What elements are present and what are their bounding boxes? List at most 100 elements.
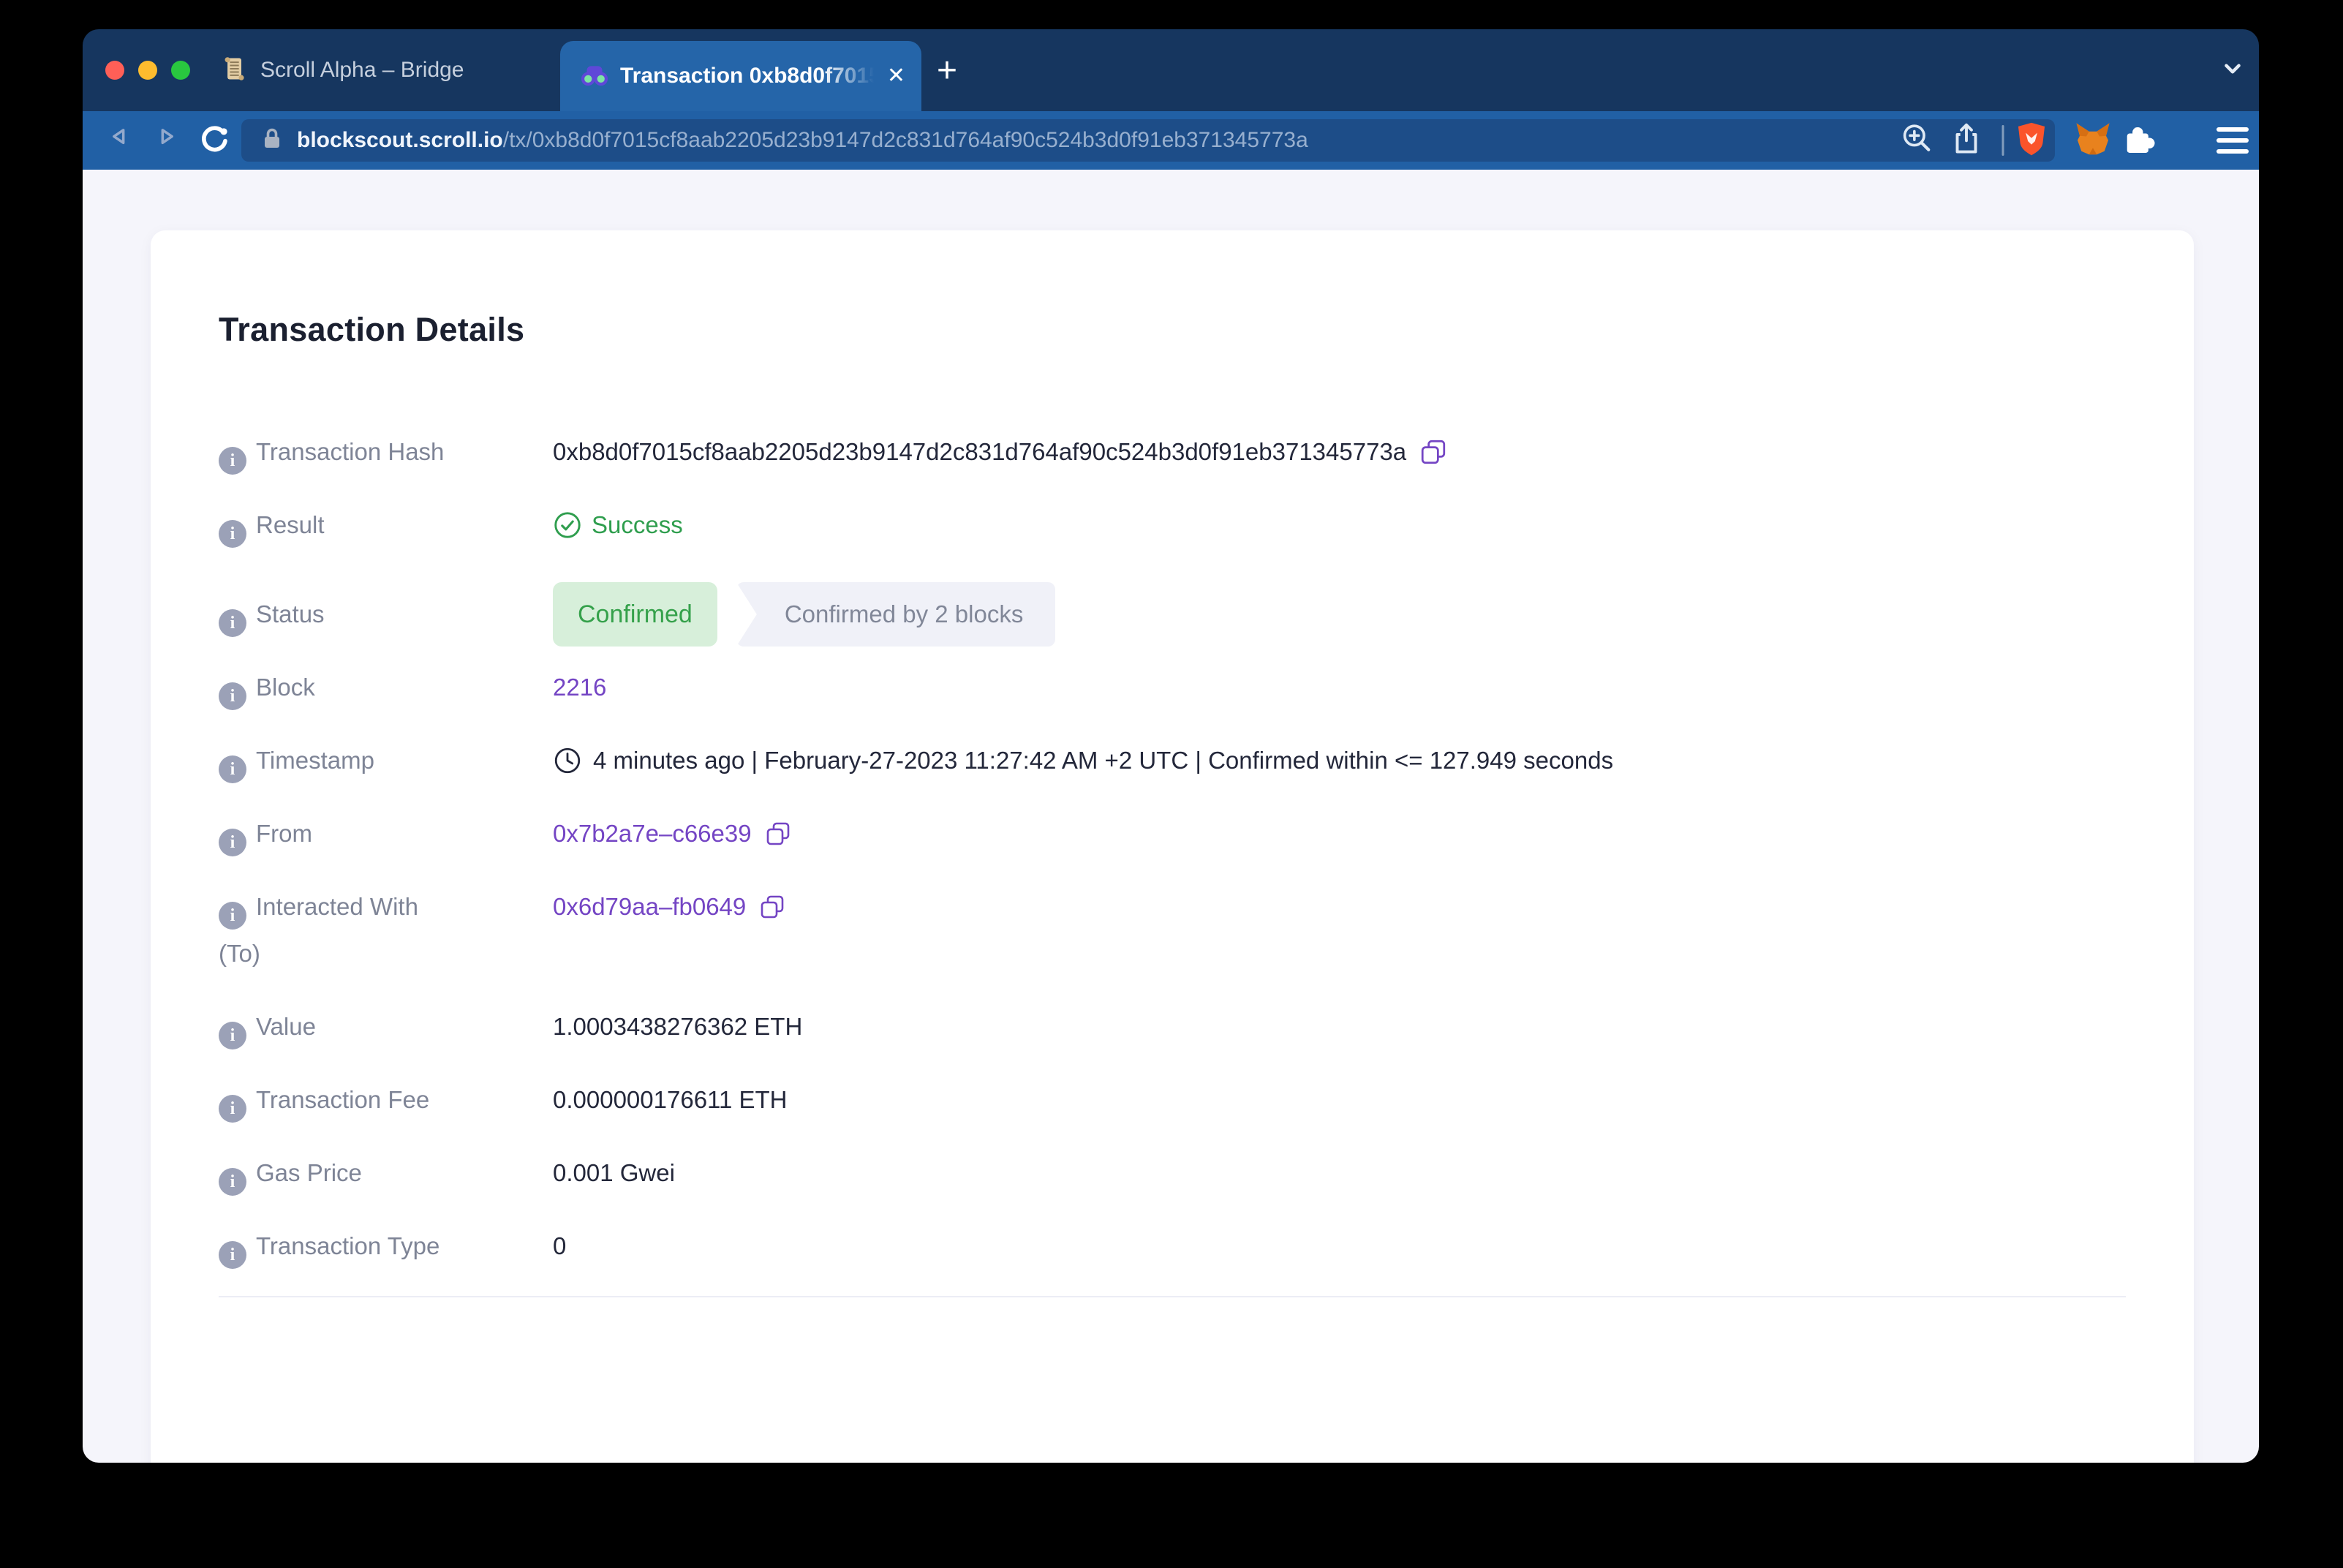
- tab-scroll-bridge[interactable]: Scroll Alpha – Bridge: [219, 29, 464, 111]
- reload-button[interactable]: [197, 122, 230, 159]
- transaction-details-card: Transaction Details i Transaction Hash 0x…: [151, 230, 2194, 1463]
- minimize-window-button[interactable]: [138, 61, 157, 80]
- close-window-button[interactable]: [105, 61, 124, 80]
- clock-icon: [553, 746, 582, 775]
- new-tab-button[interactable]: +: [937, 29, 957, 111]
- info-icon[interactable]: i: [219, 609, 246, 637]
- url-host: blockscout.scroll.io: [297, 128, 503, 152]
- extensions-puzzle-button[interactable]: [2120, 121, 2157, 161]
- row-status: i Status Confirmed Confirmed by 2 blocks: [219, 582, 2126, 647]
- copy-icon: [759, 894, 785, 920]
- close-tab-icon[interactable]: ✕: [887, 65, 905, 87]
- copy-to-button[interactable]: [759, 894, 785, 920]
- back-button[interactable]: [105, 124, 135, 158]
- info-icon[interactable]: i: [219, 1241, 246, 1269]
- row-label: Value: [256, 1013, 316, 1040]
- window-controls: [105, 29, 190, 111]
- result-success: Success: [553, 502, 683, 549]
- row-label: Timestamp: [256, 747, 374, 774]
- brave-shield-icon: [2012, 120, 2050, 158]
- copy-from-button[interactable]: [765, 821, 791, 847]
- status-blocks-badge: Confirmed by 2 blocks: [736, 582, 1055, 647]
- row-transaction-type: i Transaction Type 0: [219, 1223, 2126, 1270]
- row-label: Transaction Fee: [256, 1086, 429, 1113]
- url-bar[interactable]: blockscout.scroll.io/tx/0xb8d0f7015cf8aa…: [241, 119, 2055, 162]
- blockscout-binoculars-icon: [579, 59, 610, 94]
- row-timestamp: i Timestamp 4 minutes ago | February-27-2…: [219, 737, 2126, 784]
- url-text: blockscout.scroll.io/tx/0xb8d0f7015cf8aa…: [297, 128, 1308, 153]
- row-transaction-hash: i Transaction Hash 0xb8d0f7015cf8aab2205d…: [219, 429, 2126, 475]
- row-transaction-fee: i Transaction Fee 0.000000176611 ETH: [219, 1077, 2126, 1123]
- screen: Scroll Alpha – Bridge Transaction 0xb8d0…: [0, 0, 2343, 1568]
- row-label: Block: [256, 674, 315, 701]
- tab-title: Scroll Alpha – Bridge: [260, 58, 464, 83]
- url-path: /tx/0xb8d0f7015cf8aab2205d23b9147d2c831d…: [503, 128, 1308, 152]
- copy-hash-button[interactable]: [1419, 438, 1447, 466]
- info-icon[interactable]: i: [219, 1095, 246, 1123]
- zoom-in-icon: [1899, 121, 1936, 157]
- row-label: Transaction Type: [256, 1232, 439, 1259]
- browser-window: Scroll Alpha – Bridge Transaction 0xb8d0…: [83, 29, 2259, 1463]
- zoom-window-button[interactable]: [171, 61, 190, 80]
- share-icon: [1948, 121, 1985, 157]
- share-button[interactable]: [1948, 121, 1985, 161]
- row-result: i Result Success: [219, 502, 2126, 549]
- zoom-in-button[interactable]: [1899, 121, 1936, 161]
- row-value: i Value 1.0003438276362 ETH: [219, 1003, 2126, 1050]
- info-icon[interactable]: i: [219, 755, 246, 783]
- to-address-link[interactable]: 0x6d79aa–fb0649: [553, 883, 746, 930]
- row-block: i Block 2216: [219, 664, 2126, 711]
- toolbar-separator: [2002, 125, 2004, 156]
- block-link[interactable]: 2216: [553, 664, 606, 711]
- type-text: 0: [553, 1223, 566, 1270]
- chevron-down-icon: [2216, 53, 2249, 88]
- status-confirmed-badge: Confirmed: [553, 582, 717, 647]
- from-address-link[interactable]: 0x7b2a7e–c66e39: [553, 810, 752, 857]
- gas-price-text: 0.001 Gwei: [553, 1150, 675, 1196]
- menu-hamburger-icon: [2216, 127, 2249, 154]
- row-from: i From 0x7b2a7e–c66e39: [219, 810, 2126, 857]
- metamask-fox-icon: [2073, 119, 2113, 159]
- row-label: From: [256, 820, 312, 847]
- padlock-icon: [259, 126, 285, 156]
- info-icon[interactable]: i: [219, 447, 246, 475]
- toolbar: blockscout.scroll.io/tx/0xb8d0f7015cf8aa…: [83, 111, 2259, 170]
- check-circle-icon: [553, 510, 582, 540]
- page-background: Transaction Details i Transaction Hash 0x…: [83, 170, 2259, 1463]
- info-icon[interactable]: i: [219, 520, 246, 548]
- extensions-puzzle-icon: [2120, 121, 2157, 157]
- row-gas-price: i Gas Price 0.001 Gwei: [219, 1150, 2126, 1196]
- tab-bar: Scroll Alpha – Bridge Transaction 0xb8d0…: [83, 29, 2259, 111]
- row-label: Transaction Hash: [256, 438, 444, 465]
- tab-transaction[interactable]: Transaction 0xb8d0f7015cf8aab ✕: [560, 41, 921, 111]
- scroll-parchment-icon: [219, 54, 249, 87]
- metamask-fox-button[interactable]: [2073, 119, 2113, 162]
- timestamp-text: 4 minutes ago | February-27-2023 11:27:4…: [593, 737, 1613, 784]
- value-text: 1.0003438276362 ETH: [553, 1003, 802, 1050]
- transaction-hash-value: 0xb8d0f7015cf8aab2205d23b9147d2c831d764a…: [553, 429, 1406, 475]
- tab-search-button[interactable]: [2216, 29, 2249, 111]
- forward-triangle-icon: [151, 145, 181, 157]
- section-divider: [219, 1296, 2126, 1297]
- info-icon[interactable]: i: [219, 902, 246, 930]
- details-rows: i Transaction Hash 0xb8d0f7015cf8aab2205d…: [219, 429, 2126, 1270]
- info-icon[interactable]: i: [219, 682, 246, 710]
- copy-icon: [765, 821, 791, 847]
- tab-title: Transaction 0xb8d0f7015cf8aab: [620, 64, 874, 88]
- row-label: Status: [256, 600, 325, 627]
- result-text: Success: [592, 502, 683, 549]
- reload-icon: [197, 146, 230, 159]
- fee-text: 0.000000176611 ETH: [553, 1077, 787, 1123]
- row-label: Result: [256, 511, 325, 538]
- brave-shield-button[interactable]: [2012, 120, 2050, 162]
- copy-icon: [1419, 438, 1447, 466]
- back-triangle-icon: [105, 145, 135, 157]
- info-icon[interactable]: i: [219, 1168, 246, 1196]
- info-icon[interactable]: i: [219, 829, 246, 856]
- info-icon[interactable]: i: [219, 1022, 246, 1049]
- page-title: Transaction Details: [219, 308, 2126, 352]
- row-label: Gas Price: [256, 1159, 362, 1186]
- row-interacted-with: iInteracted With (To) 0x6d79aa–fb0649: [219, 883, 2126, 977]
- menu-button[interactable]: [2216, 127, 2249, 154]
- forward-button[interactable]: [151, 124, 181, 158]
